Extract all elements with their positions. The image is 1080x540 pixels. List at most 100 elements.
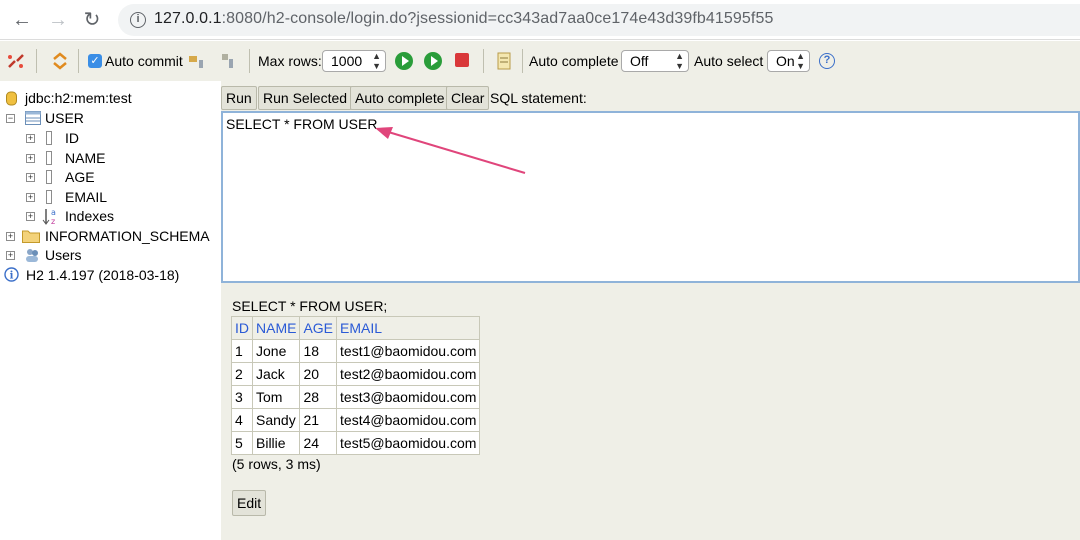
users-label: Users	[45, 247, 82, 263]
expand-icon[interactable]: +	[26, 134, 35, 143]
table-cell: Jone	[251, 339, 301, 363]
table-cell: test3@baomidou.com	[336, 385, 481, 409]
collapse-icon[interactable]: −	[6, 114, 15, 123]
stop-icon[interactable]	[455, 53, 469, 67]
svg-text:z: z	[51, 217, 55, 225]
table-cell: 21	[299, 408, 338, 432]
sql-editor[interactable]: SELECT * FROM USER	[221, 111, 1080, 283]
result-table: ID NAME AGE EMAIL 1 Jone 18 test1@baomid…	[231, 316, 481, 455]
table-header-row: ID NAME AGE EMAIL	[231, 316, 481, 340]
max-rows-select[interactable]: 1000 ▲ ▼	[322, 50, 386, 72]
info-icon[interactable]: i	[130, 12, 146, 28]
help-icon[interactable]: ?	[819, 53, 835, 69]
auto-complete-button[interactable]: Auto complete	[350, 86, 450, 110]
chevron-updown-icon: ▲ ▼	[796, 51, 805, 71]
auto-select-select[interactable]: On ▲ ▼	[767, 50, 810, 72]
auto-commit-checkbox[interactable]: ✓	[88, 54, 102, 68]
table-row: 4 Sandy 21 test4@baomidou.com	[231, 408, 481, 432]
connection-label: jdbc:h2:mem:test	[25, 90, 132, 106]
table-cell: 20	[299, 362, 338, 386]
column-icon	[46, 131, 52, 145]
table-cell: test2@baomidou.com	[336, 362, 481, 386]
sql-statement-label: SQL statement:	[490, 90, 587, 106]
column-icon	[46, 170, 52, 184]
column-header[interactable]: ID	[231, 316, 253, 340]
commit-icon[interactable]	[187, 51, 207, 71]
run-button[interactable]: Run	[221, 86, 257, 110]
version-label: H2 1.4.197 (2018-03-18)	[26, 267, 180, 283]
table-cell: 3	[231, 385, 253, 409]
index-sort-icon: a z	[42, 208, 56, 225]
toolbar-separator	[249, 49, 250, 73]
column-icon	[46, 190, 52, 204]
toolbar-separator	[78, 49, 79, 73]
column-icon	[46, 151, 52, 165]
max-rows-label: Max rows:	[258, 53, 322, 69]
toolbar-separator	[36, 49, 37, 73]
run-selected-icon[interactable]	[424, 52, 442, 70]
table-cell: 1	[231, 339, 253, 363]
toolbar-separator	[483, 49, 484, 73]
expand-icon[interactable]: +	[26, 193, 35, 202]
sql-editor-text: SELECT * FROM USER	[226, 116, 378, 132]
disconnect-icon[interactable]	[6, 51, 26, 71]
expand-icon[interactable]: +	[26, 173, 35, 182]
back-arrow-icon[interactable]: ←	[10, 8, 34, 32]
info-icon: i	[4, 267, 19, 282]
edit-button[interactable]: Edit	[232, 490, 267, 516]
schema-tree: jdbc:h2:mem:test − USER + ID + NAME + AG…	[0, 81, 221, 540]
h2-toolbar: ✓ Auto commit Max rows: 1000 ▲ ▼ Auto com…	[0, 41, 1080, 81]
table-row: 1 Jone 18 test1@baomidou.com	[231, 339, 481, 363]
table-icon	[25, 111, 41, 125]
expand-icon[interactable]: +	[6, 232, 15, 241]
rollback-icon[interactable]	[219, 51, 239, 71]
chevron-updown-icon: ▲ ▼	[372, 51, 381, 71]
address-bar[interactable]: i 127.0.0.1:8080/h2-console/login.do?jse…	[118, 4, 1080, 36]
table-cell: 18	[299, 339, 338, 363]
auto-complete-label: Auto complete	[529, 53, 619, 69]
table-cell: Sandy	[251, 408, 301, 432]
expand-icon[interactable]: +	[26, 154, 35, 163]
run-selected-button[interactable]: Run Selected	[258, 86, 353, 110]
table-cell: 24	[299, 431, 338, 455]
annotation-arrow	[375, 127, 526, 174]
table-cell: 4	[231, 408, 253, 432]
table-cell: test5@baomidou.com	[336, 431, 481, 455]
reload-icon[interactable]: ↻	[80, 8, 104, 32]
result-summary: (5 rows, 3 ms)	[232, 456, 321, 472]
run-icon[interactable]	[395, 52, 413, 70]
result-sql-text: SELECT * FROM USER;	[232, 298, 388, 314]
column-header[interactable]: NAME	[251, 316, 301, 340]
url-text: 127.0.0.1:8080/h2-console/login.do?jsess…	[154, 10, 774, 27]
folder-icon	[22, 230, 40, 243]
table-cell: 28	[299, 385, 338, 409]
column-label: NAME	[65, 150, 106, 166]
table-label: USER	[45, 110, 84, 126]
table-cell: 2	[231, 362, 253, 386]
table-cell: test4@baomidou.com	[336, 408, 481, 432]
table-row: 3 Tom 28 test3@baomidou.com	[231, 385, 481, 409]
table-row: 2 Jack 20 test2@baomidou.com	[231, 362, 481, 386]
table-row: 5 Billie 24 test5@baomidou.com	[231, 431, 481, 455]
toolbar-separator	[522, 49, 523, 73]
column-header[interactable]: EMAIL	[336, 316, 481, 340]
expand-icon[interactable]: +	[6, 251, 15, 260]
query-panel: Run Run Selected Auto complete Clear SQL…	[221, 81, 1080, 540]
indexes-label: Indexes	[65, 208, 115, 224]
auto-commit-label: Auto commit	[105, 53, 183, 69]
forward-arrow-icon[interactable]: →	[46, 8, 70, 32]
table-cell: Billie	[251, 431, 301, 455]
auto-select-label: Auto select	[694, 53, 764, 69]
chevron-updown-icon: ▲ ▼	[675, 51, 684, 71]
clear-button[interactable]: Clear	[446, 86, 490, 110]
users-icon	[26, 249, 38, 262]
refresh-icon[interactable]	[50, 51, 70, 71]
column-label: EMAIL	[65, 189, 108, 205]
svg-text:a: a	[51, 208, 56, 217]
table-cell: Tom	[251, 385, 301, 409]
expand-icon[interactable]: +	[26, 212, 35, 221]
auto-complete-select[interactable]: Off ▲ ▼	[621, 50, 689, 72]
column-header[interactable]: AGE	[299, 316, 338, 340]
browser-toolbar: ← → ↻ i 127.0.0.1:8080/h2-console/login.…	[0, 0, 1080, 40]
history-icon[interactable]	[494, 51, 514, 71]
